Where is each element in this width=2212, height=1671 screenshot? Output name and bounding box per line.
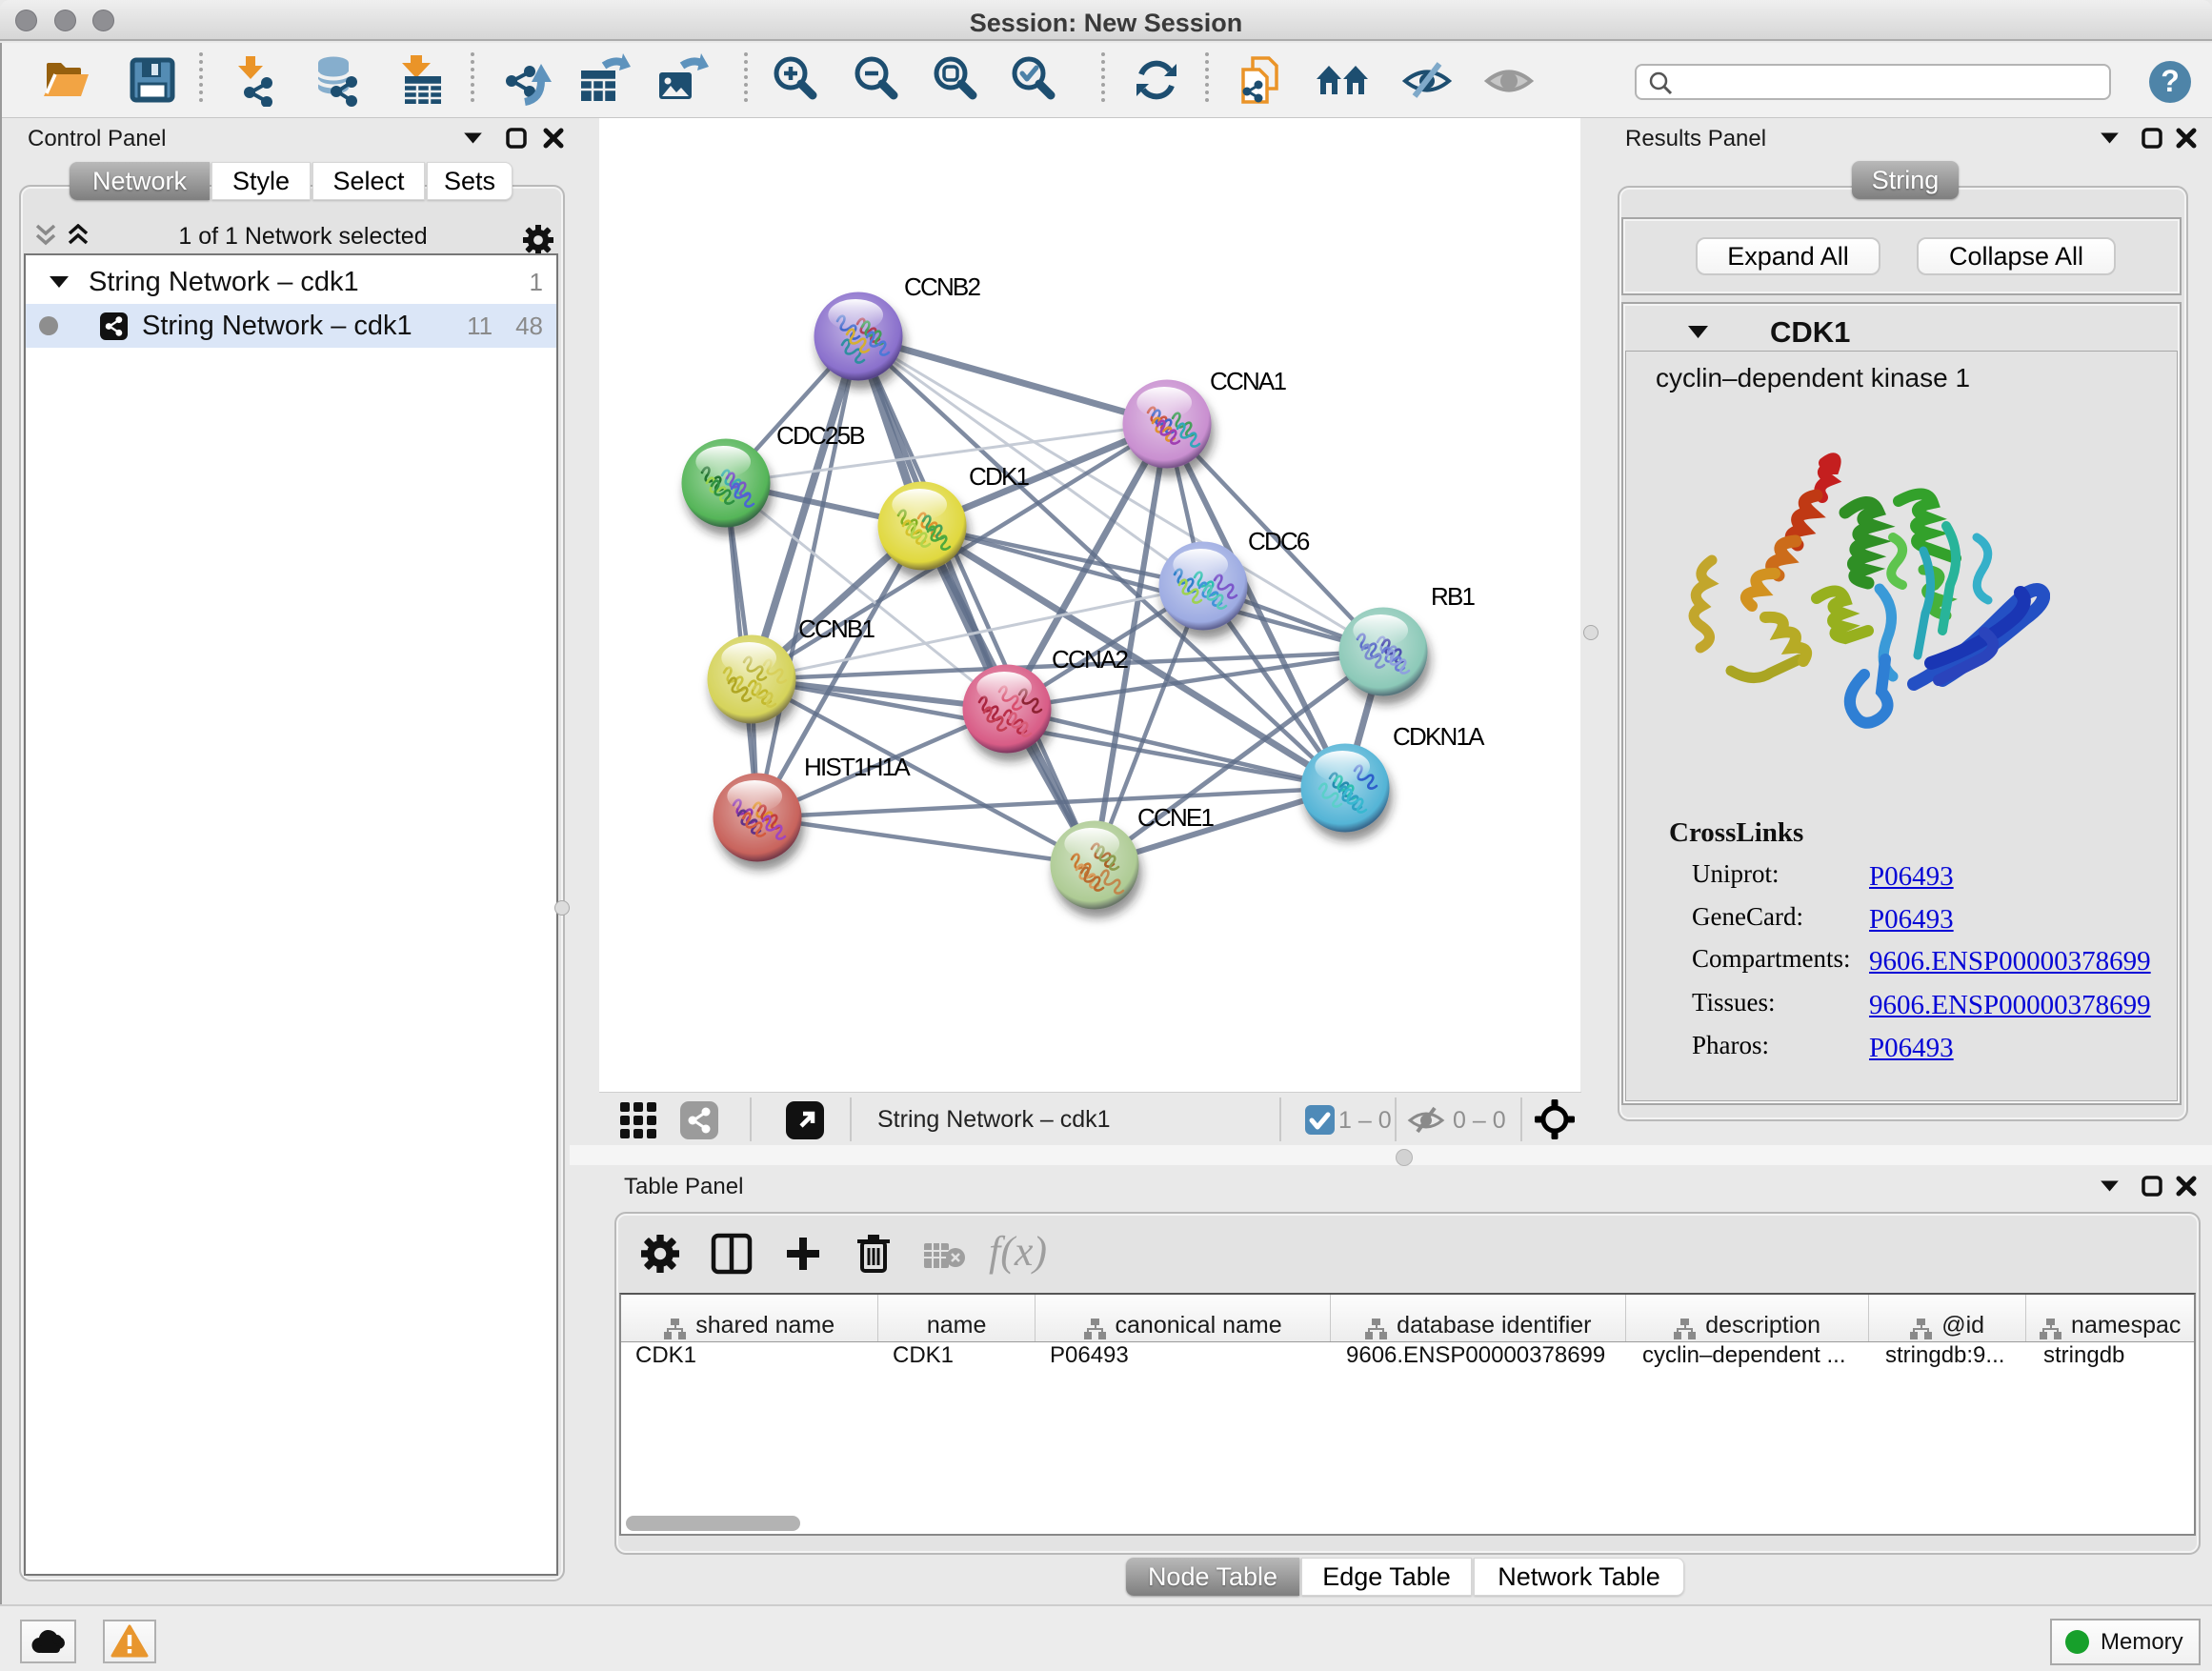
svg-text:CDC25B: CDC25B <box>776 421 864 450</box>
svg-text:HIST1H1A: HIST1H1A <box>804 753 911 781</box>
svg-text:CCNA2: CCNA2 <box>1052 645 1128 674</box>
svg-text:CCNE1: CCNE1 <box>1137 803 1214 832</box>
svg-text:CCNA1: CCNA1 <box>1210 367 1286 395</box>
svg-text:RB1: RB1 <box>1431 582 1476 611</box>
svg-text:CDC6: CDC6 <box>1248 527 1310 555</box>
svg-text:CCNB1: CCNB1 <box>798 614 875 643</box>
svg-text:CDK1: CDK1 <box>969 462 1029 491</box>
svg-text:?: ? <box>2161 64 2180 98</box>
svg-text:CDKN1A: CDKN1A <box>1393 722 1485 751</box>
svg-text:CCNB2: CCNB2 <box>904 272 980 301</box>
